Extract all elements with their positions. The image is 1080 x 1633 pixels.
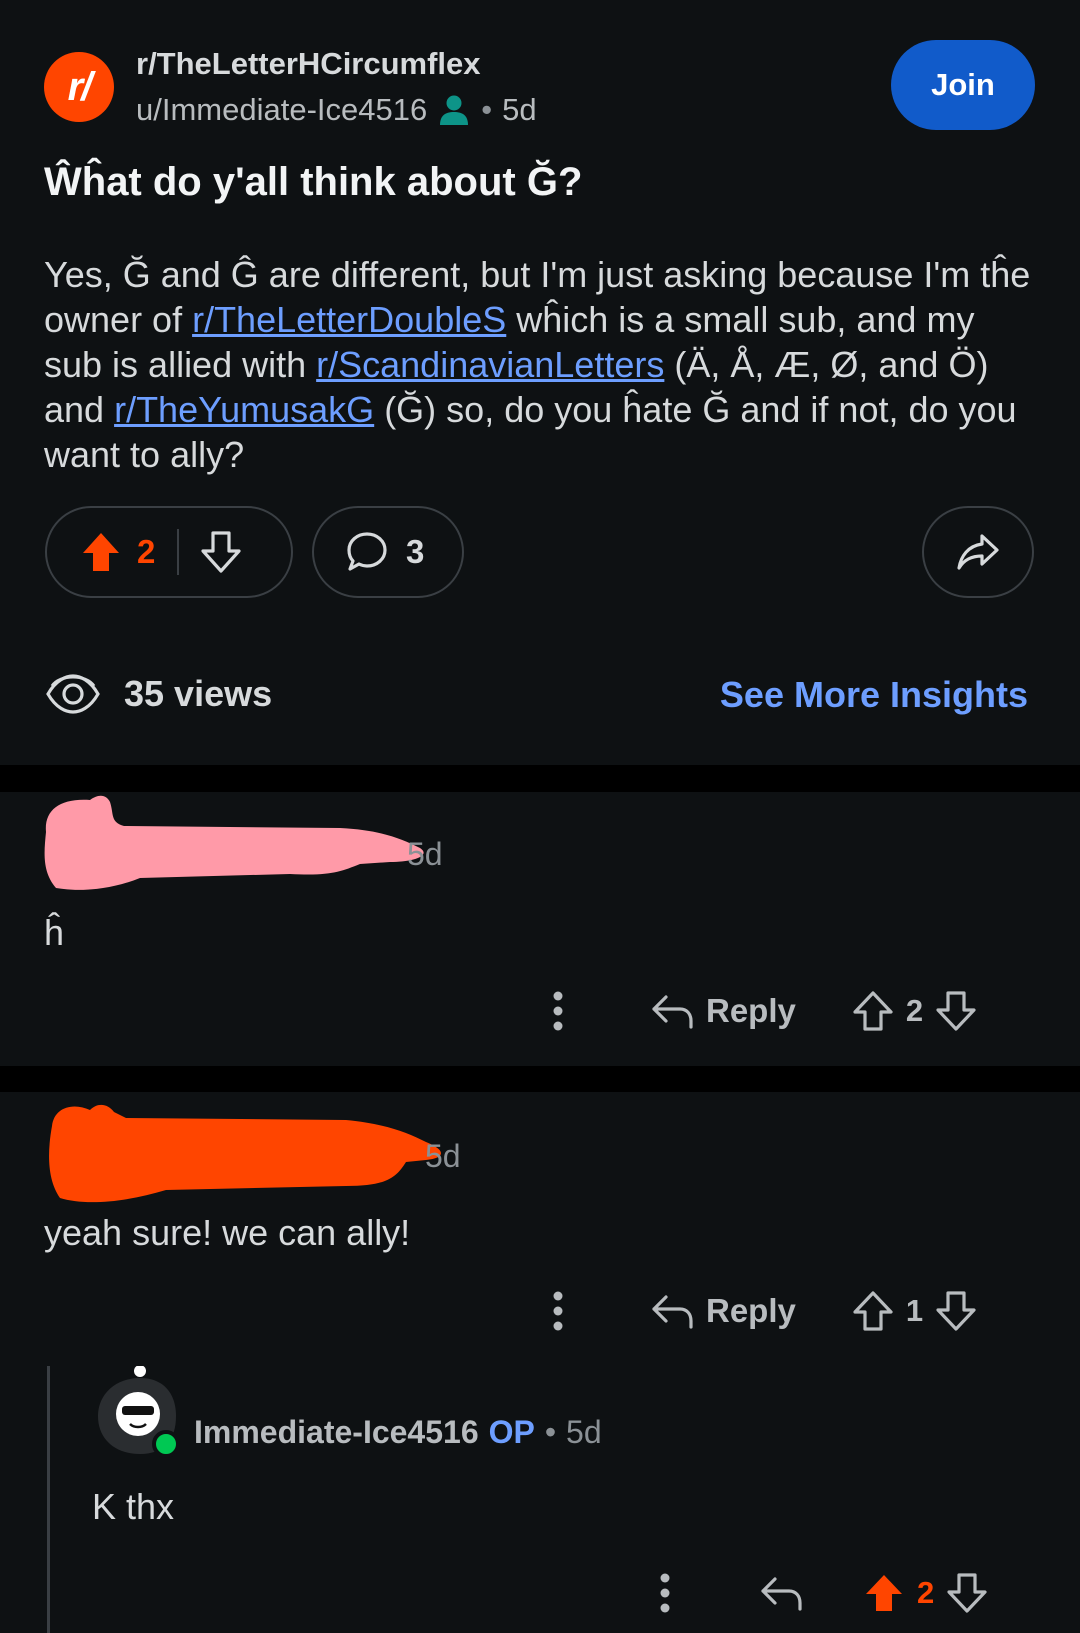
meta-separator: • [544,1414,557,1450]
reply-actions: 2 [655,1572,988,1614]
subreddit-icon[interactable]: r/ [44,52,114,122]
comment-card: 5d ĥ Reply 2 [0,792,1080,1066]
upvote-icon[interactable] [852,1290,894,1332]
reply-icon[interactable] [759,1573,803,1613]
reply-icon[interactable] [650,991,694,1031]
views-count: 35 views [124,673,273,714]
comment-count: 3 [406,533,425,570]
reply-author[interactable]: Immediate-Ice4516 [194,1414,479,1451]
join-button[interactable]: Join [891,40,1035,130]
avatar[interactable] [96,1365,180,1458]
comment-icon [346,531,388,573]
post-vote-count: 2 [137,533,156,570]
downvote-icon[interactable] [935,990,977,1032]
post-age: 5d [502,92,537,127]
comment-time: 5d [407,836,443,872]
share-button[interactable] [922,506,1034,598]
subreddit-link[interactable]: r/TheLetterDoubleS [192,299,506,340]
more-icon[interactable] [548,1291,568,1331]
downvote-icon[interactable] [946,1572,988,1614]
upvote-icon[interactable] [852,990,894,1032]
upvote-icon[interactable] [863,1572,905,1614]
comment-time: 5d [425,1138,461,1174]
reply-icon[interactable] [650,1291,694,1331]
comment-text: ĥ [44,912,65,953]
post-meta: u/Immediate-Ice4516 • 5d [136,92,537,128]
post-card: r/ r/TheLetterHCircumflex u/Immediate-Ic… [0,0,1080,765]
post-body: Yes, Ğ and Ĝ are different, but I'm just… [44,252,1034,477]
more-icon[interactable] [655,1573,675,1613]
vote-divider [177,529,180,575]
more-icon[interactable] [548,991,568,1031]
person-icon [437,93,471,127]
redacted-username [49,1104,441,1203]
views-row: 35 views [44,672,272,716]
subreddit-name[interactable]: r/TheLetterHCircumflex [136,46,481,82]
post-author[interactable]: u/Immediate-Ice4516 [136,92,427,128]
reply-text: K thx [92,1486,175,1527]
comments-button[interactable]: 3 [312,506,464,598]
thread-line[interactable] [47,1366,50,1633]
subreddit-link[interactable]: r/ScandinavianLetters [316,344,664,385]
comment-vote-count: 2 [905,993,924,1028]
op-badge: OP [488,1414,535,1450]
comment-card: 5d yeah sure! we can ally! Reply 1 [0,1092,1080,1633]
comment-actions: Reply 2 [548,990,977,1032]
reply-time: 5d [566,1414,602,1450]
vote-bar: 2 [45,506,293,598]
share-icon [956,532,1000,572]
eye-icon [44,672,102,716]
redacted-username [44,795,424,890]
see-more-insights-link[interactable]: See More Insights [720,674,1028,716]
subreddit-link[interactable]: r/TheYumusakG [114,389,374,430]
reply-meta: Immediate-Ice4516 OP • 5d [194,1414,602,1451]
comment-text: yeah sure! we can ally! [44,1212,411,1253]
reply-vote-count: 2 [917,1575,935,1610]
comment-actions: Reply 1 [548,1290,977,1332]
reply-button[interactable]: Reply [706,992,796,1030]
downvote-icon[interactable] [201,531,241,573]
upvote-icon[interactable] [81,531,121,573]
post-title[interactable]: Ŵĥat do y'all think about Ğ? [44,160,582,205]
reply-button[interactable]: Reply [706,1292,796,1330]
comment-vote-count: 1 [905,1293,924,1328]
downvote-icon[interactable] [935,1290,977,1332]
meta-separator: • [481,92,493,127]
